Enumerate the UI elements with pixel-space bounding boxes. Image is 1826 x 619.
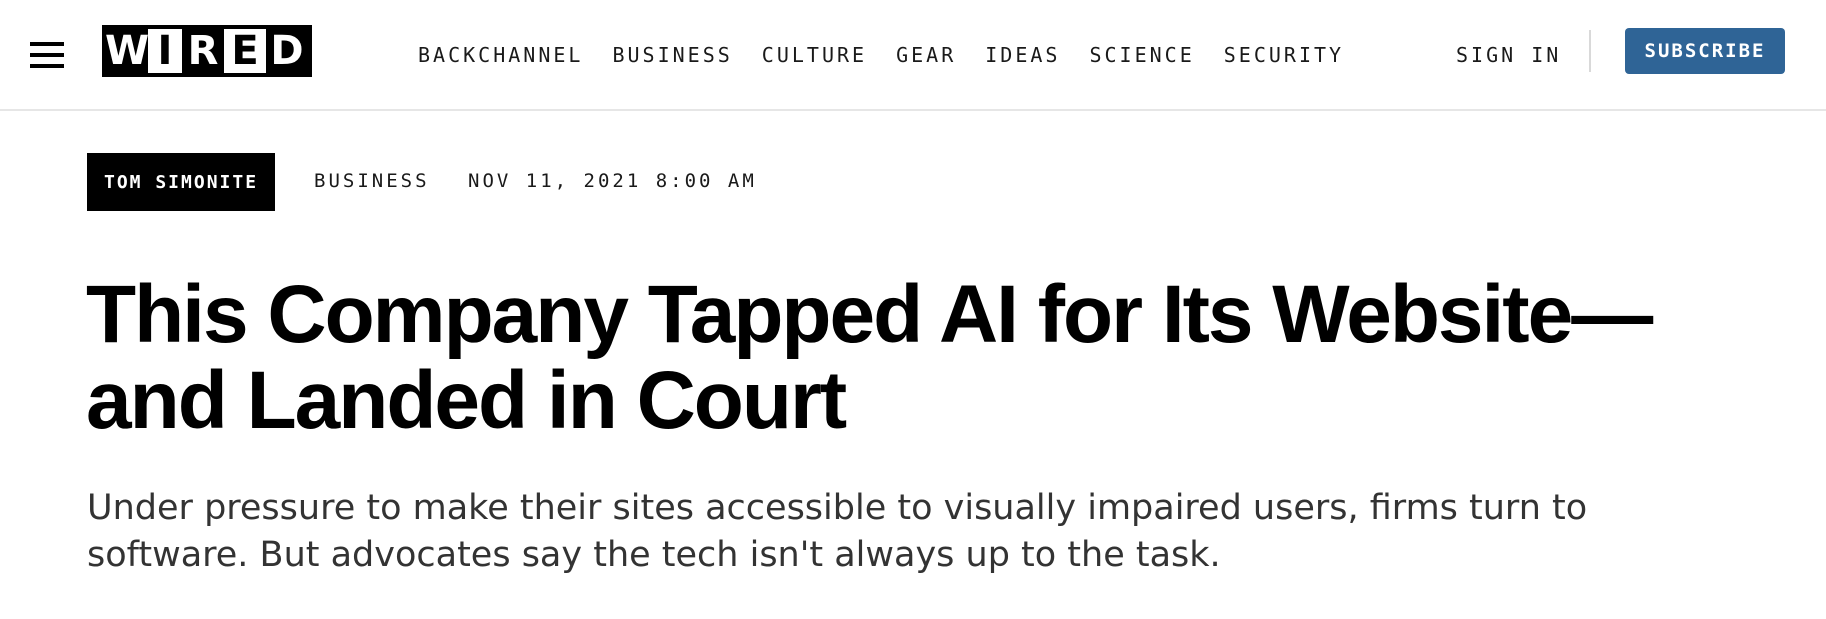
sign-in-link[interactable]: SIGN IN — [1456, 43, 1561, 67]
section-rubric[interactable]: BUSINESS — [314, 170, 430, 192]
nav-item-science[interactable]: SCIENCE — [1089, 43, 1194, 67]
author-badge[interactable]: TOM SIMONITE — [87, 153, 276, 211]
nav-item-security[interactable]: SECURITY — [1224, 43, 1344, 67]
hamburger-menu-icon[interactable] — [30, 42, 64, 68]
article-headline: This Company Tapped AI for Its Website—a… — [86, 269, 1653, 446]
site-header: W I R E D BACKCHANNEL BUSINESS CULTURE G… — [0, 0, 1826, 111]
logo-letter-e: E — [224, 29, 266, 73]
wired-logo[interactable]: W I R E D — [102, 25, 312, 77]
nav-item-business[interactable]: BUSINESS — [612, 43, 732, 67]
subscribe-button[interactable]: SUBSCRIBE — [1625, 28, 1785, 74]
header-divider — [1589, 30, 1591, 72]
hamburger-line — [30, 64, 64, 68]
nav-item-ideas[interactable]: IDEAS — [985, 43, 1060, 67]
logo-letter-i: I — [148, 29, 182, 73]
hamburger-line — [30, 42, 64, 46]
publish-date: NOV 11, 2021 8:00 AM — [468, 170, 757, 192]
nav-item-backchannel[interactable]: BACKCHANNEL — [418, 43, 583, 67]
nav-item-culture[interactable]: CULTURE — [762, 43, 867, 67]
logo-letter-d: D — [266, 29, 308, 73]
logo-letter-w: W — [104, 28, 150, 74]
hamburger-line — [30, 53, 64, 57]
logo-letter-r: R — [182, 29, 224, 73]
nav-item-gear[interactable]: GEAR — [896, 43, 956, 67]
main-nav: BACKCHANNEL BUSINESS CULTURE GEAR IDEAS … — [418, 43, 1373, 67]
article-dek: Under pressure to make their sites acces… — [87, 488, 1588, 575]
